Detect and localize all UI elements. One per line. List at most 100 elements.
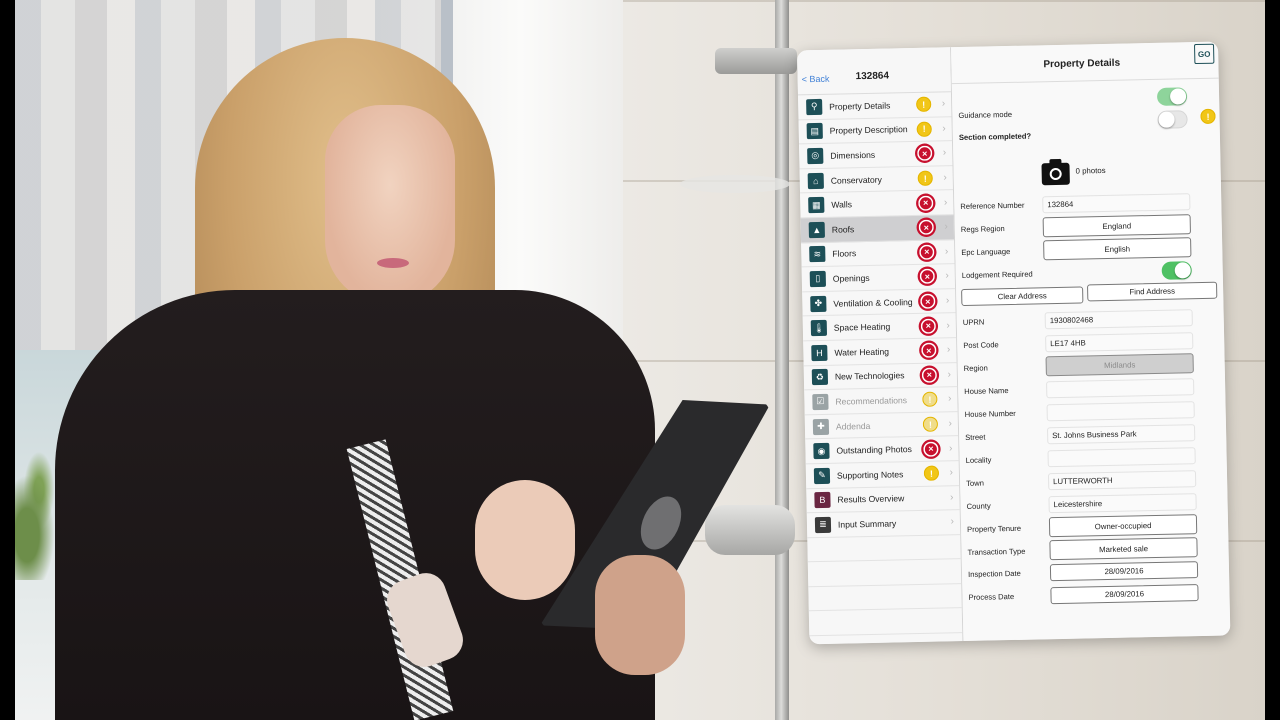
door-icon: ▯ [809,270,827,288]
sidebar-item-label: Openings [832,272,870,284]
process-date-label: Process Date [968,591,1015,602]
clear-address-button[interactable]: Clear Address [961,286,1084,307]
sidebar-item-openings[interactable]: ▯ Openings × › [801,264,956,293]
locality-row: Locality [965,445,1218,470]
detail-header: Property Details GO [951,41,1219,85]
chevron-right-icon: › [943,196,948,209]
recycle-icon: ♻ [811,369,829,386]
transaction-type-picker[interactable]: Marketed sale [1049,537,1198,561]
sidebar-item-outstanding-photos[interactable]: ◉ Outstanding Photos × › [805,436,959,465]
document-plus-icon: ✚ [812,418,830,435]
sidebar-item-space-heating[interactable]: 🌡 Space Heating × › [802,313,957,342]
reference-number-label: Reference Number [960,200,1025,211]
sidebar-item-property-description[interactable]: ▤ Property Description! › [798,116,952,145]
reference-number-row: Reference Number 132864 [960,191,1213,216]
sidebar-item-label: Ventilation & Cooling [833,296,913,309]
error-icon: × [919,244,935,260]
page-title: Property Details [1043,57,1121,71]
sidebar-item-property-details[interactable]: ⚲ Property Details! › [797,92,952,120]
photos-count: 0 photos [1075,165,1106,176]
soap-dish [680,175,790,193]
woman-hand-holding [595,555,685,675]
county-label: County [966,500,991,511]
sidebar-item-conservatory[interactable]: ⌂ Conservatory! › [799,165,954,194]
inspection-date-label: Inspection Date [967,568,1021,579]
roof-icon: ▲ [808,221,825,238]
process-date-row: Process Date 28/09/2016 [968,582,1221,607]
sidebar-item-water-heating[interactable]: H Water Heating × › [803,338,957,366]
county-field[interactable]: Leicestershire [1048,492,1197,513]
street-field[interactable]: St. Johns Business Park [1046,423,1196,444]
tape-measure-icon: ◎ [807,147,824,165]
sidebar-item-label: Supporting Notes [836,468,904,481]
sidebar-item-walls[interactable]: ▦ Walls × › [800,190,954,219]
empty-row [808,583,962,612]
chevron-right-icon: › [945,295,950,307]
sidebar-item-supporting-notes[interactable]: ✎ Supporting Notes! › [805,461,960,489]
house-name-label: House Name [964,385,1009,396]
survey-reference-title: 132864 [855,70,890,83]
sidebar-item-new-technologies[interactable]: ♻ New Technologies × › [803,362,958,391]
sidebar-item-input-summary[interactable]: ≣ Input Summary › [806,510,961,538]
sidebar-item-ventilation-cooling[interactable]: ✤ Ventilation & Cooling × › [802,288,956,317]
camera-icon[interactable] [1041,162,1070,186]
sidebar-item-label: Property Details [829,100,891,112]
inspection-date-picker[interactable]: 28/09/2016 [1049,560,1199,581]
locality-field[interactable] [1047,446,1196,467]
empty-row [807,534,961,563]
empty-row [808,608,963,637]
reference-number-field[interactable]: 132864 [1042,192,1191,213]
epc-language-picker[interactable]: English [1043,237,1192,261]
sidebar-item-addenda[interactable]: ✚ Addenda! › [804,411,959,440]
house-number-label: House Number [964,408,1016,419]
post-code-field[interactable]: LE17 4HB [1045,331,1194,352]
detail-pane: Property Details GO Guidance mode Sectio… [951,41,1231,642]
sidebar-item-label: Addenda [835,420,871,432]
section-completed-toggle[interactable] [1157,110,1188,129]
uprn-label: UPRN [962,317,985,327]
edit-note-icon: ✎ [813,467,831,484]
go-logo-icon[interactable]: GO [1194,43,1215,65]
street-row: Street St. Johns Business Park [965,422,1218,447]
property-tenure-picker[interactable]: Owner-occupied [1048,514,1198,538]
warning-icon: ! [923,465,940,482]
checklist-icon: ☑ [812,393,829,411]
house-name-field[interactable] [1046,377,1195,398]
warning-icon: ! [916,96,932,113]
chevron-right-icon: › [948,418,953,430]
town-field[interactable]: LUTTERWORTH [1047,469,1197,490]
warning-icon: ! [917,170,933,186]
sidebar-item-results-overview[interactable]: B Results Overview › [806,485,960,514]
sidebar-item-recommendations[interactable]: ☑ Recommendations! › [804,387,958,416]
post-code-label: Post Code [963,339,999,350]
bricks-icon: ▦ [808,197,825,214]
sidebar-item-dimensions[interactable]: ◎ Dimensions × › [799,141,953,170]
sidebar-item-label: Results Overview [837,493,905,505]
shower-rail [775,0,789,720]
guidance-mode-label: Guidance mode [958,109,1013,120]
sidebar-item-floors[interactable]: ≋ Floors × › [801,239,955,268]
house-number-field[interactable] [1046,400,1195,421]
sidebar-item-roofs[interactable]: ▲ Roofs × › [800,215,955,243]
inspection-date-row: Inspection Date 28/09/2016 [968,559,1221,584]
section-completed-label: Section completed? [958,131,1032,142]
empty-row [807,559,962,588]
sidebar-item-label: Water Heating [834,346,890,358]
sidebar-item-label: Recommendations [835,395,908,407]
uprn-field[interactable]: 1930802468 [1044,308,1193,329]
back-button[interactable]: < Back [802,74,830,85]
sidebar-item-label: Outstanding Photos [836,444,913,456]
lodgement-required-toggle[interactable] [1161,261,1192,280]
regs-region-picker[interactable]: England [1042,214,1191,238]
street-label: Street [965,432,986,442]
chevron-right-icon: › [942,123,946,135]
layers-icon: ≋ [809,246,826,263]
post-code-row: Post Code LE17 4HB [963,330,1216,355]
error-icon: × [917,146,933,162]
house-number-row: House Number [964,399,1217,424]
property-tenure-row: Property Tenure Owner-occupied [967,514,1220,539]
guidance-mode-toggle[interactable] [1156,87,1188,106]
process-date-picker[interactable]: 28/09/2016 [1050,583,1199,604]
find-address-button[interactable]: Find Address [1087,281,1218,302]
sidebar-item-label: Space Heating [833,321,891,333]
